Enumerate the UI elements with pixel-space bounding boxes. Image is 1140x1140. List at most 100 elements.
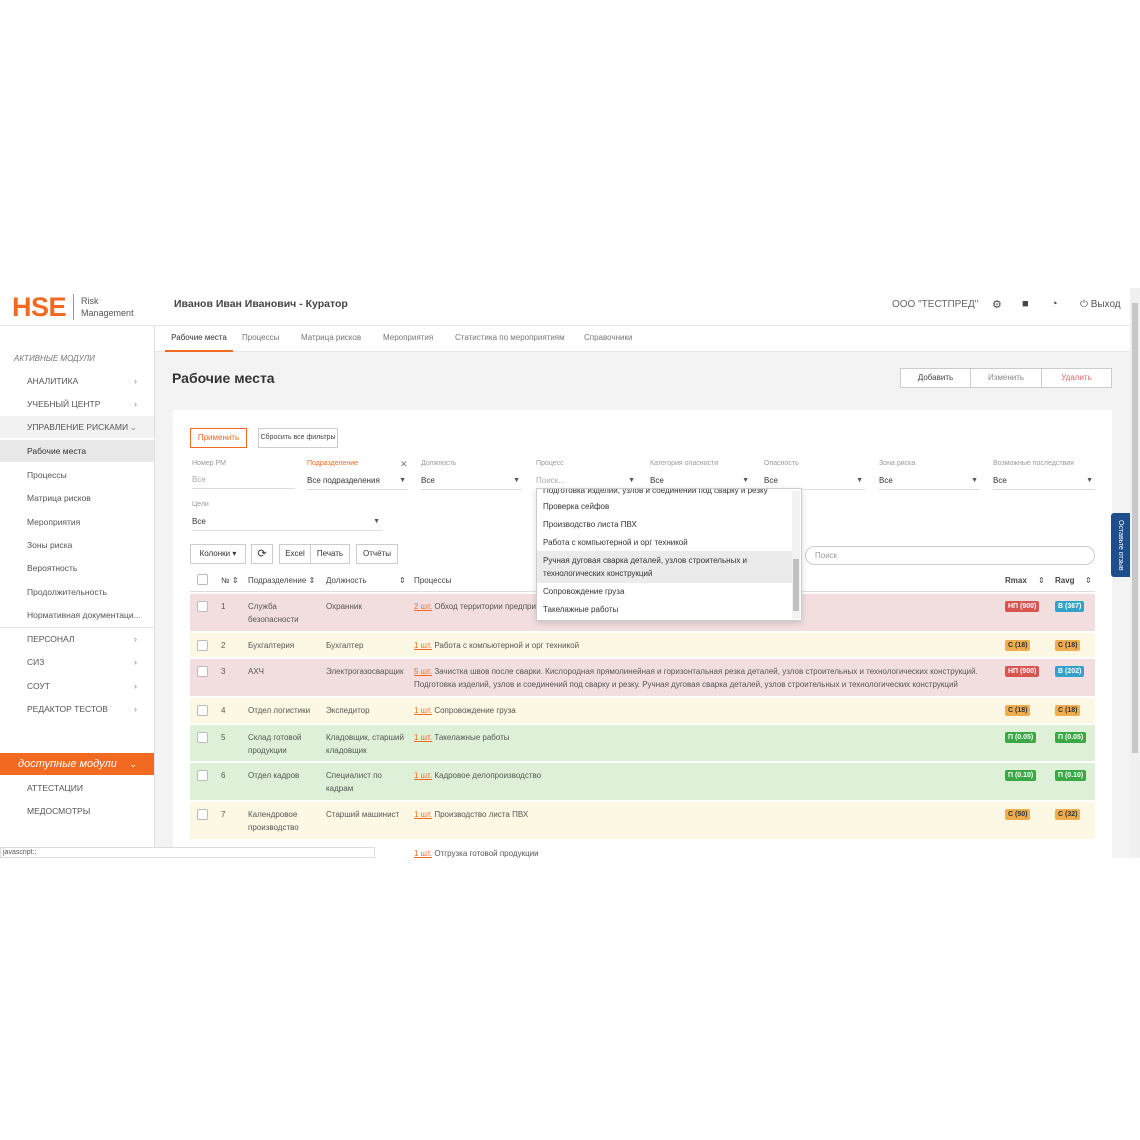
filter-division-select[interactable]: Все подразделения ▼ bbox=[307, 474, 408, 490]
ravg-badge: С (18) bbox=[1055, 640, 1081, 651]
col-rmax[interactable]: Rmax bbox=[1005, 576, 1027, 585]
col-processes[interactable]: Процессы bbox=[414, 576, 451, 585]
logout-button[interactable]: ⏻ Выход bbox=[1080, 299, 1121, 310]
sidebar-item-processes[interactable]: Процессы bbox=[0, 464, 154, 486]
filter-position-label: Должность bbox=[421, 460, 457, 467]
refresh-icon[interactable]: ⟳ bbox=[251, 544, 273, 564]
feedback-button[interactable]: Оставьте отзыв bbox=[1111, 513, 1130, 577]
dropdown-option[interactable]: Проверка сейфов bbox=[537, 500, 792, 513]
process-count-link[interactable]: 1 шт. bbox=[414, 849, 432, 858]
page-scroll-thumb[interactable] bbox=[1132, 303, 1138, 753]
clear-icon[interactable]: ✕ bbox=[400, 459, 408, 470]
dropdown-option[interactable]: Сопровождение груза bbox=[537, 585, 792, 598]
process-count-link[interactable]: 1 шт. bbox=[414, 706, 432, 715]
sidebar-available-modules[interactable]: доступные модули ⌄ bbox=[0, 753, 154, 775]
table-row[interactable]: 2 Бухгалтерия Бухгалтер 1 шт. Работа с комп… bbox=[190, 633, 1095, 658]
sidebar-item-training[interactable]: УЧЕБНЫЙ ЦЕНТР › bbox=[0, 393, 154, 415]
process-count-link[interactable]: 1 шт. bbox=[414, 771, 432, 780]
sidebar-item-sout[interactable]: СОУТ › bbox=[0, 675, 154, 697]
reset-filters-button[interactable]: Сбросить все фильтры bbox=[258, 428, 338, 448]
row-checkbox[interactable] bbox=[197, 732, 208, 743]
apply-filters-button[interactable]: Применить bbox=[190, 428, 247, 448]
tab-measures[interactable]: Мероприятия bbox=[383, 326, 433, 352]
sidebar-item-workplaces[interactable]: Рабочие места bbox=[0, 440, 154, 462]
user-name[interactable]: Иванов Иван Иванович - Куратор bbox=[174, 298, 348, 310]
sort-icon[interactable]: ⇕ bbox=[1085, 576, 1092, 585]
add-button[interactable]: Добавить bbox=[900, 368, 971, 388]
table-row[interactable]: 4 Отдел логистики Экспедитор 1 шт. Сопровож… bbox=[190, 698, 1095, 724]
sidebar-item-measures[interactable]: Мероприятия bbox=[0, 511, 154, 533]
dropdown-option[interactable]: Подготовка изделий, узлов и соединений п… bbox=[537, 489, 792, 497]
process-count-link[interactable]: 1 шт. bbox=[414, 810, 432, 819]
row-checkbox[interactable] bbox=[197, 640, 208, 651]
excel-button[interactable]: Excel bbox=[279, 544, 311, 564]
process-count-link[interactable]: 1 шт. bbox=[414, 641, 432, 650]
columns-button[interactable]: Колонки ▾ bbox=[190, 544, 246, 564]
sidebar-item-test-editor[interactable]: РЕДАКТОР ТЕСТОВ › bbox=[0, 698, 154, 720]
col-ravg[interactable]: Ravg bbox=[1055, 576, 1075, 585]
process-count-link[interactable]: 1 шт. bbox=[414, 733, 432, 742]
sort-icon[interactable]: ⇕ bbox=[1038, 576, 1045, 585]
row-checkbox[interactable] bbox=[197, 666, 208, 677]
sidebar-item-attestations[interactable]: АТТЕСТАЦИИ bbox=[0, 777, 154, 799]
process-count-link[interactable]: 2 шт. bbox=[414, 602, 432, 611]
tab-measure-stats[interactable]: Статистика по мероприятиям bbox=[455, 326, 565, 352]
sidebar-item-regulatory-docs[interactable]: Нормативная документаци... bbox=[0, 604, 154, 626]
tab-references[interactable]: Справочники bbox=[584, 326, 632, 352]
table-row[interactable]: 5 Склад готовой продукции Кладовщик, старш… bbox=[190, 725, 1095, 762]
tab-risk-matrix[interactable]: Матрица рисков bbox=[301, 326, 361, 352]
sidebar-item-probability[interactable]: Вероятность bbox=[0, 557, 154, 579]
table-row[interactable]: 6 Отдел кадров Специалист по кадрам 1 шт. К… bbox=[190, 763, 1095, 801]
sidebar-item-label: АТТЕСТАЦИИ bbox=[27, 783, 84, 793]
filter-consequences-select[interactable]: Все ▼ bbox=[993, 474, 1095, 490]
process-count-link[interactable]: 5 шт. bbox=[414, 667, 432, 676]
sidebar-item-risk-management[interactable]: УПРАВЛЕНИЕ РИСКАМИ ⌄ bbox=[0, 416, 154, 438]
filter-goals-select[interactable]: Все ▼ bbox=[192, 515, 382, 531]
row-checkbox[interactable] bbox=[197, 809, 208, 820]
table-search-input[interactable]: Поиск bbox=[805, 546, 1095, 565]
dropdown-option[interactable]: Работа с компьютерной и орг техникой bbox=[537, 536, 792, 549]
sidebar-item-medical[interactable]: МЕДОСМОТРЫ bbox=[0, 800, 154, 822]
select-all-checkbox[interactable] bbox=[197, 574, 208, 585]
sidebar-item-label: РЕДАКТОР ТЕСТОВ bbox=[27, 704, 108, 714]
reports-button[interactable]: Отчёты bbox=[356, 544, 398, 564]
row-checkbox[interactable] bbox=[197, 770, 208, 781]
dropdown-option[interactable]: Производство листа ПВХ bbox=[537, 518, 792, 531]
filter-rm-input[interactable]: Все bbox=[192, 473, 295, 489]
dropdown-scroll-thumb[interactable] bbox=[793, 559, 799, 611]
logo[interactable]: HSE Risk Management bbox=[12, 292, 134, 322]
row-processes: 1 шт. Производство листа ПВХ bbox=[414, 808, 984, 821]
sidebar-item-risk-zones[interactable]: Зоны риска bbox=[0, 534, 154, 556]
dropdown-option-highlighted[interactable]: Ручная дуговая сварка деталей, узлов стр… bbox=[537, 551, 792, 583]
palette-icon[interactable]: ◔ bbox=[1051, 298, 1058, 310]
row-checkbox[interactable] bbox=[197, 705, 208, 716]
col-division[interactable]: Подразделение ⇕ bbox=[248, 576, 315, 585]
tab-processes[interactable]: Процессы bbox=[242, 326, 279, 352]
row-processes: 1 шт. Отгрузка готовой продукции bbox=[414, 847, 984, 858]
company-name[interactable]: ООО "ТЕСТПРЕД" bbox=[892, 299, 978, 310]
print-button[interactable]: Печать bbox=[310, 544, 350, 564]
row-checkbox[interactable] bbox=[197, 601, 208, 612]
filter-position-select[interactable]: Все ▼ bbox=[421, 474, 522, 490]
dropdown-option[interactable]: Такелажные работы bbox=[537, 603, 792, 616]
col-position[interactable]: Должность bbox=[326, 576, 367, 585]
col-num[interactable]: № ⇕ bbox=[221, 576, 239, 585]
filter-zone-select[interactable]: Все ▼ bbox=[879, 474, 980, 490]
sort-icon[interactable]: ⇕ bbox=[399, 576, 406, 585]
caret-down-icon: ▼ bbox=[628, 477, 635, 484]
edit-button[interactable]: Изменить bbox=[970, 368, 1042, 388]
columns-label: Колонки bbox=[199, 549, 231, 558]
gear-icon[interactable]: ⚙ bbox=[992, 298, 1002, 311]
sidebar-item-ppe[interactable]: СИЗ › bbox=[0, 651, 154, 673]
delete-button[interactable]: Удалить bbox=[1041, 368, 1112, 388]
tab-workplaces[interactable]: Рабочие места bbox=[165, 326, 233, 352]
table-row[interactable]: 3 АХЧ Электрогазосварщик 5 шт. Зачистка шво… bbox=[190, 659, 1095, 697]
process-list: Работа с компьютерной и орг техникой bbox=[434, 641, 580, 650]
sidebar-item-risk-matrix[interactable]: Матрица рисков bbox=[0, 487, 154, 509]
chat-icon[interactable]: ■ bbox=[1022, 298, 1029, 310]
sidebar-item-personnel[interactable]: ПЕРСОНАЛ › bbox=[0, 628, 154, 650]
sidebar-item-analytics[interactable]: АНАЛИТИКА › bbox=[0, 370, 154, 392]
sidebar-item-duration[interactable]: Продолжительность bbox=[0, 581, 154, 603]
status-bar: javascript:; bbox=[0, 847, 375, 858]
table-row[interactable]: 7 Календровое производство Старший машинис… bbox=[190, 802, 1095, 840]
